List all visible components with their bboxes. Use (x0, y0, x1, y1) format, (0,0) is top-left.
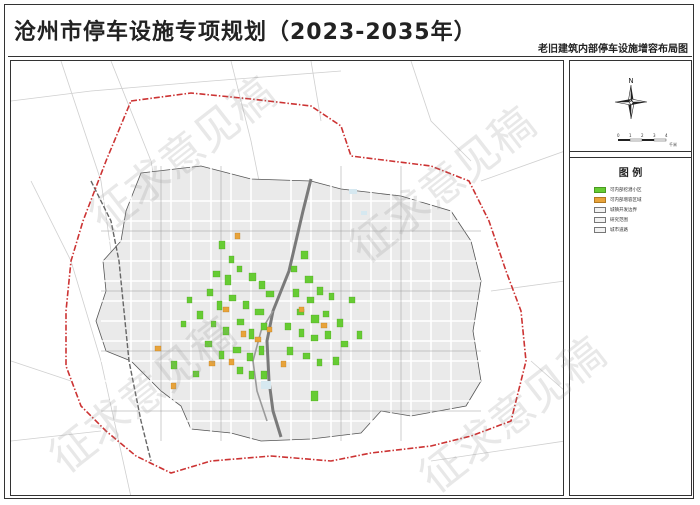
legend-swatch-road (594, 227, 606, 233)
scale-tick-2: 2 (641, 133, 644, 138)
legend-label: 可内部增容区域 (610, 198, 642, 203)
north-label: N (628, 77, 633, 85)
legend-item: 城市道路 (594, 226, 628, 234)
title-divider (8, 56, 692, 57)
page-title: 沧州市停车设施专项规划（2023-2035年） (14, 20, 477, 45)
legend-label: 可内部挖潜小区 (610, 188, 642, 193)
legend-title: 图 例 (618, 168, 643, 179)
legend-item: 可内部挖潜小区 (594, 186, 642, 194)
legend-item: 城镇开发边界 (594, 206, 637, 214)
scale-bar (618, 138, 667, 142)
legend-swatch-green (594, 187, 606, 193)
scale-tick-0: 0 (617, 133, 620, 138)
map-subtitle: 老旧建筑内部停车设施增容布局图 (538, 44, 688, 55)
legend: 图 例 可内部挖潜小区 可内部增容区域 城镇开发边界 研究范围 城市道路 (570, 157, 691, 238)
side-panel: N 0 1 2 3 4 千米 图 例 可内部挖潜小区 可内部增容区域 城镇开发边… (569, 60, 692, 496)
urban-land (95, 165, 482, 442)
legend-swatch-boundary (594, 207, 606, 213)
legend-label: 城镇开发边界 (610, 208, 637, 213)
scale-tick-3: 3 (653, 133, 656, 138)
scale-unit: 千米 (669, 142, 677, 147)
map-area[interactable] (10, 60, 564, 496)
compass-panel: N 0 1 2 3 4 千米 (570, 61, 691, 152)
scale-tick-4: 4 (665, 133, 668, 138)
legend-swatch-orange (594, 197, 606, 203)
scale-tick-1: 1 (629, 133, 632, 138)
legend-swatch-study (594, 217, 606, 223)
legend-item: 可内部增容区域 (594, 196, 642, 204)
legend-label: 研究范围 (610, 218, 628, 223)
legend-item: 研究范围 (594, 216, 628, 224)
legend-label: 城市道路 (610, 228, 628, 233)
map-canvas (11, 61, 563, 495)
